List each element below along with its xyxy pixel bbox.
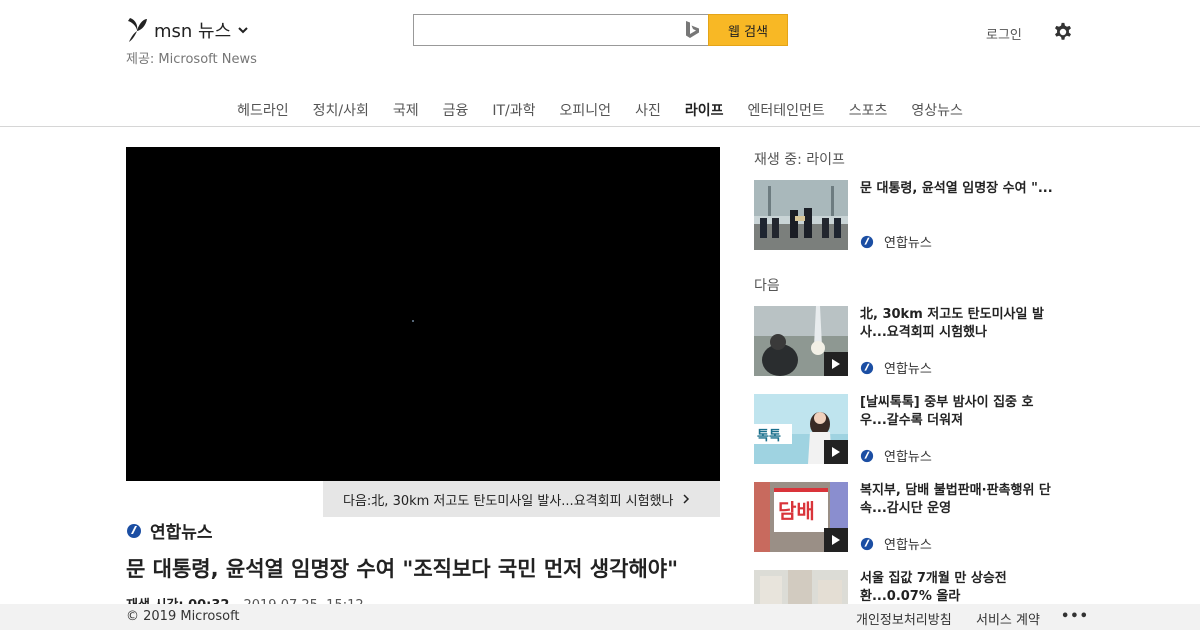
nav-item[interactable]: 스포츠 <box>849 98 888 126</box>
yonhap-logo-icon <box>127 523 141 538</box>
yonhap-logo-icon <box>860 449 874 462</box>
footer: © 2019 Microsoft 개인정보처리방침 서비스 계약 ••• <box>0 604 1200 630</box>
thumbnail <box>754 180 848 250</box>
thumb-text: 톡톡 <box>757 429 781 444</box>
bing-icon <box>686 21 699 38</box>
card-source: 연합뉴스 <box>860 534 932 553</box>
category-nav: 헤드라인 정치/사회 국제 금융 IT/과학 오피니언 사진 라이프 엔터테인먼트 스포츠 영상뉴스 <box>0 98 1200 127</box>
up-next-card[interactable]: 담배 복지부, 담배 불법판매·판촉행위 단속...감시단 운영 연합뉴스 <box>754 482 1064 553</box>
card-source-name: 연합뉴스 <box>884 450 932 465</box>
card-source: 연합뉴스 <box>860 446 932 465</box>
brand-name: msn 뉴스 <box>154 21 232 42</box>
ceremony-thumbnail-image <box>754 180 848 250</box>
card-title: 문 대통령, 윤석열 임명장 수여 "... <box>860 181 1053 196</box>
login-link[interactable]: 로그인 <box>986 24 1022 43</box>
web-search-button[interactable]: 웹 검색 <box>708 14 788 46</box>
yonhap-logo-icon <box>860 235 874 248</box>
nav-item[interactable]: 라이프 <box>685 98 724 126</box>
terms-link[interactable]: 서비스 계약 <box>976 609 1040 628</box>
card-title: 복지부, 담배 불법판매·판촉행위 단속...감시단 운영 <box>860 483 1051 516</box>
nav-item[interactable]: 정치/사회 <box>313 98 369 126</box>
card-source-name: 연합뉴스 <box>884 362 932 377</box>
msn-brand[interactable]: msn 뉴스 <box>126 16 249 44</box>
up-next-card[interactable]: 北, 30km 저고도 탄도미사일 발사...요격회피 시험했나 연합뉴스 <box>754 306 1064 377</box>
nav-item[interactable]: IT/과학 <box>492 98 535 126</box>
nav-item[interactable]: 오피니언 <box>560 98 612 126</box>
play-icon <box>824 352 848 376</box>
nav-item[interactable]: 영상뉴스 <box>911 98 963 126</box>
video-player[interactable] <box>126 147 720 481</box>
now-playing-label: 재생 중: 라이프 <box>754 152 845 168</box>
search-input[interactable] <box>413 14 708 46</box>
search-box: 웹 검색 <box>413 14 788 46</box>
play-icon <box>824 440 848 464</box>
card-title: 北, 30km 저고도 탄도미사일 발사...요격회피 시험했나 <box>860 307 1044 340</box>
chevron-right-icon <box>682 494 689 504</box>
thumbnail: 담배 <box>754 482 848 552</box>
nav-item[interactable]: 금융 <box>443 98 469 126</box>
nav-item[interactable]: 엔터테인먼트 <box>747 98 824 126</box>
chevron-down-icon[interactable] <box>237 24 249 36</box>
msn-news-page: msn 뉴스 제공: Microsoft News 웹 검색 로그인 헤드라인 정… <box>0 0 1200 630</box>
thumb-text: 담배 <box>778 499 815 523</box>
copyright: © 2019 Microsoft <box>126 609 240 624</box>
card-source-name: 연합뉴스 <box>884 538 932 553</box>
video-headline: 문 대통령, 윤석열 임명장 수여 "조직보다 국민 먼저 생각해야" <box>126 557 679 581</box>
play-icon <box>824 528 848 552</box>
next-video-bar[interactable]: 다음:北, 30km 저고도 탄도미사일 발사...요격회피 시험했나 <box>323 481 720 517</box>
thumbnail <box>754 306 848 376</box>
loading-indicator <box>412 320 414 322</box>
yonhap-logo-icon <box>860 537 874 550</box>
msn-butterfly-icon <box>128 18 147 42</box>
now-playing-card[interactable]: 문 대통령, 윤석열 임명장 수여 "... 연합뉴스 <box>754 180 1064 251</box>
privacy-link[interactable]: 개인정보처리방침 <box>856 609 952 628</box>
nav-item[interactable]: 사진 <box>635 98 661 126</box>
gear-icon[interactable] <box>1052 21 1074 43</box>
up-next-card[interactable]: 톡톡 [날씨톡톡] 중부 밤사이 집중 호우...갈수록 더워져 연합뉴스 <box>754 394 1064 465</box>
nav-item[interactable]: 국제 <box>393 98 419 126</box>
up-next-label: 다음 <box>754 278 780 294</box>
more-icon[interactable]: ••• <box>1061 609 1089 624</box>
next-video-label: 다음:北, 30km 저고도 탄도미사일 발사...요격회피 시험했나 <box>343 493 674 509</box>
thumbnail: 톡톡 <box>754 394 848 464</box>
card-title: [날씨톡톡] 중부 밤사이 집중 호우...갈수록 더워져 <box>860 395 1034 428</box>
card-source: 연합뉴스 <box>860 232 932 251</box>
card-source-name: 연합뉴스 <box>884 236 932 251</box>
powered-by-label: 제공: Microsoft News <box>126 52 257 67</box>
source-name: 연합뉴스 <box>150 523 213 543</box>
video-source[interactable]: 연합뉴스 <box>126 518 213 543</box>
card-title: 서울 집값 7개월 만 상승전환...0.07% 올라 <box>860 571 1007 604</box>
nav-item[interactable]: 헤드라인 <box>237 98 289 126</box>
card-source: 연합뉴스 <box>860 358 932 377</box>
yonhap-logo-icon <box>860 361 874 374</box>
